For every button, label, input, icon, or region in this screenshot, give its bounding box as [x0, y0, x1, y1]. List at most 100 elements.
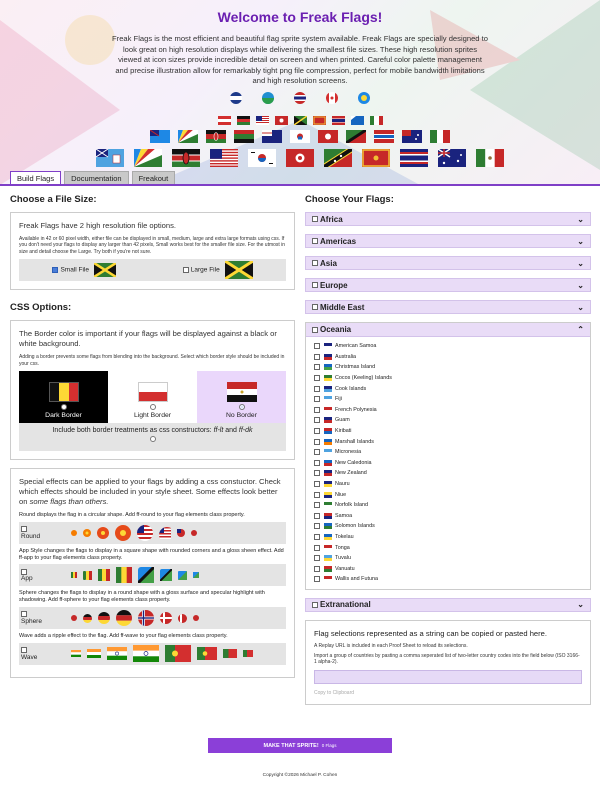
light-border-option[interactable]: Light Border — [108, 371, 197, 424]
country-item[interactable]: French Polynesia — [314, 405, 582, 416]
country-checkbox[interactable] — [314, 502, 320, 509]
dark-border-radio[interactable] — [60, 404, 67, 411]
make-sprite-button[interactable]: MAKE THAT SPRITE! 0 Flags — [208, 738, 392, 753]
country-checkbox[interactable] — [314, 470, 320, 477]
country-label: Fiji — [335, 396, 342, 403]
small-file-checkbox[interactable] — [52, 267, 59, 274]
country-item[interactable]: Cook Islands — [314, 383, 582, 394]
region-checkbox[interactable] — [312, 216, 318, 223]
chevron-up-icon: ⌃ — [577, 325, 584, 334]
sphere-label: Sphere — [21, 618, 42, 626]
region-checkbox[interactable] — [312, 326, 318, 333]
country-checkbox[interactable] — [314, 375, 320, 382]
flag-sample-icon — [107, 647, 127, 661]
country-checkbox[interactable] — [314, 438, 320, 445]
country-checkbox[interactable] — [314, 343, 320, 350]
country-label: Niue — [335, 491, 347, 498]
country-checkbox[interactable] — [314, 555, 320, 562]
region-africa[interactable]: Africa ⌄ — [305, 212, 591, 226]
flag-icon — [178, 130, 198, 143]
country-item[interactable]: Cocos (Keeling) Islands — [314, 373, 582, 384]
region-checkbox[interactable] — [312, 260, 318, 267]
file-size-detail: Available in 42 or 60 pixel width, eithe… — [19, 236, 286, 255]
region-checkbox[interactable] — [312, 304, 318, 311]
country-checkbox[interactable] — [314, 523, 320, 530]
wave-checkbox[interactable] — [21, 647, 27, 654]
both-borders-option[interactable]: Include both border treatments as css co… — [19, 423, 286, 452]
country-codes-input[interactable] — [314, 669, 582, 684]
copy-to-clipboard-button[interactable]: Copy to Clipboard — [314, 690, 582, 696]
country-flag-icon — [324, 353, 332, 360]
country-item[interactable]: New Caledonia — [314, 458, 582, 469]
country-item[interactable]: Tokelau — [314, 532, 582, 543]
country-item[interactable]: Vanuatu — [314, 563, 582, 574]
country-item[interactable]: Christmas Island — [314, 362, 582, 373]
country-checkbox[interactable] — [314, 406, 320, 413]
region-asia[interactable]: Asia ⌄ — [305, 256, 591, 270]
country-item[interactable]: Wallis and Futuna — [314, 574, 582, 585]
file-size-panel: Freak Flags have 2 high resolution file … — [10, 212, 295, 291]
country-checkbox[interactable] — [314, 428, 320, 435]
country-checkbox[interactable] — [314, 417, 320, 424]
country-checkbox[interactable] — [314, 491, 320, 498]
country-item[interactable]: Samoa — [314, 511, 582, 522]
region-checkbox[interactable] — [312, 282, 318, 289]
country-checkbox[interactable] — [314, 396, 320, 403]
light-border-radio[interactable] — [149, 404, 156, 411]
no-border-radio[interactable] — [238, 404, 245, 411]
region-checkbox[interactable] — [312, 602, 318, 609]
flag-sample-icon — [160, 612, 172, 625]
country-checkbox[interactable] — [314, 459, 320, 466]
app-option[interactable]: App — [19, 568, 71, 582]
country-checkbox[interactable] — [314, 544, 320, 551]
country-item[interactable]: New Zealand — [314, 468, 582, 479]
region-americas[interactable]: Americas ⌄ — [305, 234, 591, 248]
round-checkbox[interactable] — [21, 526, 27, 533]
country-checkbox[interactable] — [314, 385, 320, 392]
wave-option[interactable]: Wave — [19, 647, 71, 661]
region-extranational[interactable]: Extranational ⌄ — [305, 597, 591, 612]
country-item[interactable]: Solomon Islands — [314, 521, 582, 532]
country-checkbox[interactable] — [314, 481, 320, 488]
region-europe[interactable]: Europe ⌄ — [305, 278, 591, 292]
large-file-option[interactable]: Large File — [182, 259, 254, 281]
country-checkbox[interactable] — [314, 576, 320, 583]
country-checkbox[interactable] — [314, 364, 320, 371]
sphere-option[interactable]: Sphere — [19, 611, 71, 625]
country-item[interactable]: Australia — [314, 352, 582, 363]
tab-freakout[interactable]: Freakout — [131, 171, 176, 185]
country-flag-icon — [324, 396, 332, 403]
country-checkbox[interactable] — [314, 512, 320, 519]
country-checkbox[interactable] — [314, 565, 320, 572]
tab-documentation[interactable]: Documentation — [64, 171, 129, 185]
country-item[interactable]: Norfolk Island — [314, 500, 582, 511]
country-item[interactable]: Kiribati — [314, 426, 582, 437]
country-item[interactable]: Marshall Islands — [314, 436, 582, 447]
dark-border-option[interactable]: Dark Border — [19, 371, 108, 424]
country-item[interactable]: Tuvalu — [314, 553, 582, 564]
region-middle-east[interactable]: Middle East ⌄ — [305, 300, 591, 314]
country-item[interactable]: Tonga — [314, 542, 582, 553]
country-item[interactable]: American Samoa — [314, 341, 582, 352]
small-file-option[interactable]: Small File — [52, 262, 117, 279]
country-item[interactable]: Guam — [314, 415, 582, 426]
sphere-checkbox[interactable] — [21, 611, 27, 618]
country-item[interactable]: Niue — [314, 489, 582, 500]
country-label: Christmas Island — [335, 364, 376, 371]
country-checkbox[interactable] — [314, 533, 320, 540]
country-item[interactable]: Micronesia — [314, 447, 582, 458]
size-options: Small File Large File — [19, 259, 286, 282]
country-checkbox[interactable] — [314, 353, 320, 360]
both-borders-radio[interactable] — [149, 436, 156, 443]
round-desc: Round displays the flag in a circular sh… — [19, 512, 245, 519]
country-item[interactable]: Fiji — [314, 394, 582, 405]
tab-build-flags[interactable]: Build Flags — [10, 171, 62, 185]
country-item[interactable]: Nauru — [314, 479, 582, 490]
app-checkbox[interactable] — [21, 568, 27, 575]
region-checkbox[interactable] — [312, 238, 318, 245]
region-oceania[interactable]: Oceania ⌃ — [306, 323, 590, 337]
country-checkbox[interactable] — [314, 449, 320, 456]
no-border-option[interactable]: No Border — [197, 371, 286, 424]
round-option[interactable]: Round — [19, 526, 71, 540]
large-file-checkbox[interactable] — [182, 267, 189, 274]
